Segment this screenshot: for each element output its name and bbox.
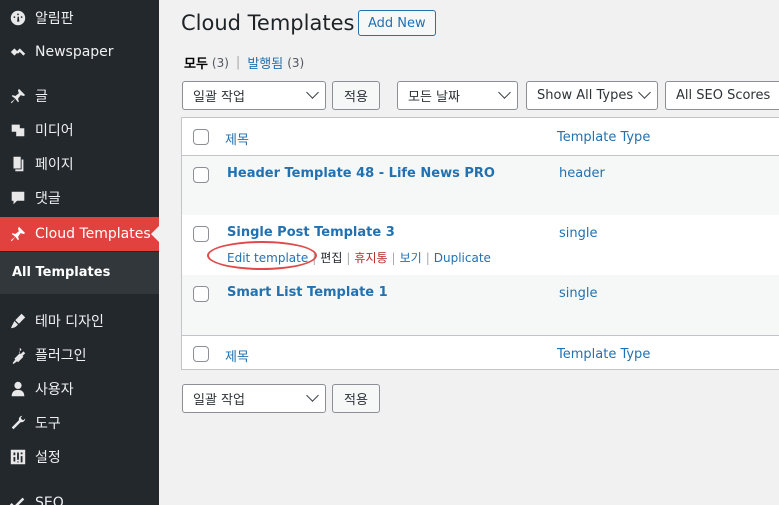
pin-icon [0, 87, 35, 105]
page-title: Cloud Templates [181, 11, 355, 35]
row-title-link[interactable]: Single Post Template 3 [227, 225, 395, 240]
user-icon [0, 380, 35, 398]
menu-item-cloud-templates[interactable]: Cloud Templates [0, 217, 159, 251]
add-new-button[interactable]: Add New [358, 10, 436, 36]
select-all-checkbox-footer[interactable] [193, 346, 209, 362]
filter-published-link[interactable]: 발행됨 [247, 53, 283, 72]
submenu: All Templates [0, 252, 159, 294]
apply-button-bottom[interactable]: 적용 [332, 384, 380, 413]
chevron-down-icon [306, 389, 319, 402]
menu-item-users[interactable]: 사용자 [0, 372, 159, 406]
row-title-link[interactable]: Header Template 48 - Life News PRO [227, 166, 495, 181]
menu-item-media[interactable]: 미디어 [0, 113, 159, 147]
bulk-action-select[interactable]: 일괄 작업 [182, 81, 326, 110]
menu-item-seo[interactable]: SEO [0, 486, 159, 505]
highlight-circle [207, 241, 317, 270]
status-filter-links: 모두 (3) | 발행됨 (3) [184, 53, 304, 72]
row-title-link[interactable]: Smart List Template 1 [227, 285, 388, 300]
menu-item-tools[interactable]: 도구 [0, 406, 159, 440]
row-type-link[interactable]: header [559, 166, 605, 181]
row-type-link[interactable]: single [559, 286, 598, 301]
action-separator: | [391, 250, 396, 265]
submenu-item-all-templates[interactable]: All Templates [12, 265, 110, 280]
menu-label: 플러그인 [35, 348, 87, 364]
column-title-footer[interactable]: 제목 [225, 346, 249, 365]
row-checkbox[interactable] [193, 286, 209, 302]
menu-label: Cloud Templates [35, 226, 151, 242]
table-header: 제목 Template Type [182, 118, 779, 156]
seo-icon [0, 494, 35, 505]
menu-item-settings[interactable]: 설정 [0, 440, 159, 474]
comment-icon [0, 189, 35, 207]
chevron-down-icon [498, 86, 511, 99]
brush-icon [0, 312, 35, 330]
wrench-icon [0, 414, 35, 432]
menu-label: 미디어 [35, 123, 74, 139]
plugin-icon [0, 346, 35, 364]
seo-filter-select[interactable]: All SEO Scores [665, 81, 779, 110]
select-all-checkbox[interactable] [193, 129, 209, 145]
page-icon [0, 155, 35, 173]
menu-label: 글 [35, 89, 48, 105]
menu-label: 댓글 [35, 191, 61, 207]
menu-item-appearance[interactable]: 테마 디자인 [0, 304, 159, 338]
action-separator: | [346, 250, 351, 265]
admin-sidebar: 알림판 Newspaper 글 미디어 페이지 댓글 Cloud Templat… [0, 0, 159, 505]
newspaper-icon [0, 43, 35, 61]
menu-label: 페이지 [35, 157, 74, 173]
chevron-down-icon [638, 86, 651, 99]
menu-item-dashboard[interactable]: 알림판 [0, 1, 159, 35]
menu-label: 알림판 [35, 11, 74, 27]
row-checkbox[interactable] [193, 226, 209, 242]
chevron-down-icon [306, 86, 319, 99]
view-link[interactable]: 보기 [400, 249, 422, 266]
duplicate-link[interactable]: Duplicate [434, 251, 491, 265]
menu-item-pages[interactable]: 페이지 [0, 147, 159, 181]
menu-label: SEO [35, 495, 64, 505]
menu-label: 사용자 [35, 382, 74, 398]
table-row: Header Template 48 - Life News PRO heade… [182, 156, 779, 215]
filter-all-link[interactable]: 모두 [184, 53, 208, 72]
filter-separator: | [235, 55, 241, 70]
column-type-footer[interactable]: Template Type [557, 347, 650, 362]
column-title-header[interactable]: 제목 [225, 129, 249, 148]
menu-label: Newspaper [35, 44, 114, 60]
menu-label: 설정 [35, 450, 61, 466]
trash-link[interactable]: 휴지통 [354, 249, 387, 266]
media-icon [0, 121, 35, 139]
row-type-link[interactable]: single [559, 226, 598, 241]
menu-item-newspaper[interactable]: Newspaper [0, 35, 159, 69]
menu-item-posts[interactable]: 글 [0, 79, 159, 113]
menu-label: 테마 디자인 [35, 314, 104, 330]
settings-icon [0, 448, 35, 466]
menu-label: 도구 [35, 416, 61, 432]
dashboard-icon [0, 9, 35, 27]
table-footer: 제목 Template Type [182, 335, 779, 371]
type-filter-select[interactable]: Show All Types [526, 81, 658, 110]
menu-item-comments[interactable]: 댓글 [0, 181, 159, 215]
pin-icon [0, 225, 35, 243]
bulk-action-select-bottom[interactable]: 일괄 작업 [182, 384, 326, 413]
bulk-action-value: 일괄 작업 [193, 393, 245, 408]
date-filter-value: 모든 날짜 [408, 90, 460, 105]
row-checkbox[interactable] [193, 167, 209, 183]
type-filter-value: Show All Types [537, 88, 634, 103]
filter-published-count: (3) [287, 55, 305, 70]
edit-link[interactable]: 편집 [320, 249, 342, 266]
filter-all-count: (3) [211, 55, 229, 70]
apply-button[interactable]: 적용 [332, 81, 380, 110]
seo-filter-value: All SEO Scores [676, 88, 771, 103]
menu-item-plugins[interactable]: 플러그인 [0, 338, 159, 372]
action-separator: | [425, 250, 430, 265]
table-row: Smart List Template 1 single [182, 275, 779, 335]
bulk-action-value: 일괄 작업 [193, 90, 245, 105]
main-content: Cloud Templates Add New 모두 (3) | 발행됨 (3)… [159, 0, 779, 505]
column-type-header[interactable]: Template Type [557, 130, 650, 145]
date-filter-select[interactable]: 모든 날짜 [397, 81, 518, 110]
